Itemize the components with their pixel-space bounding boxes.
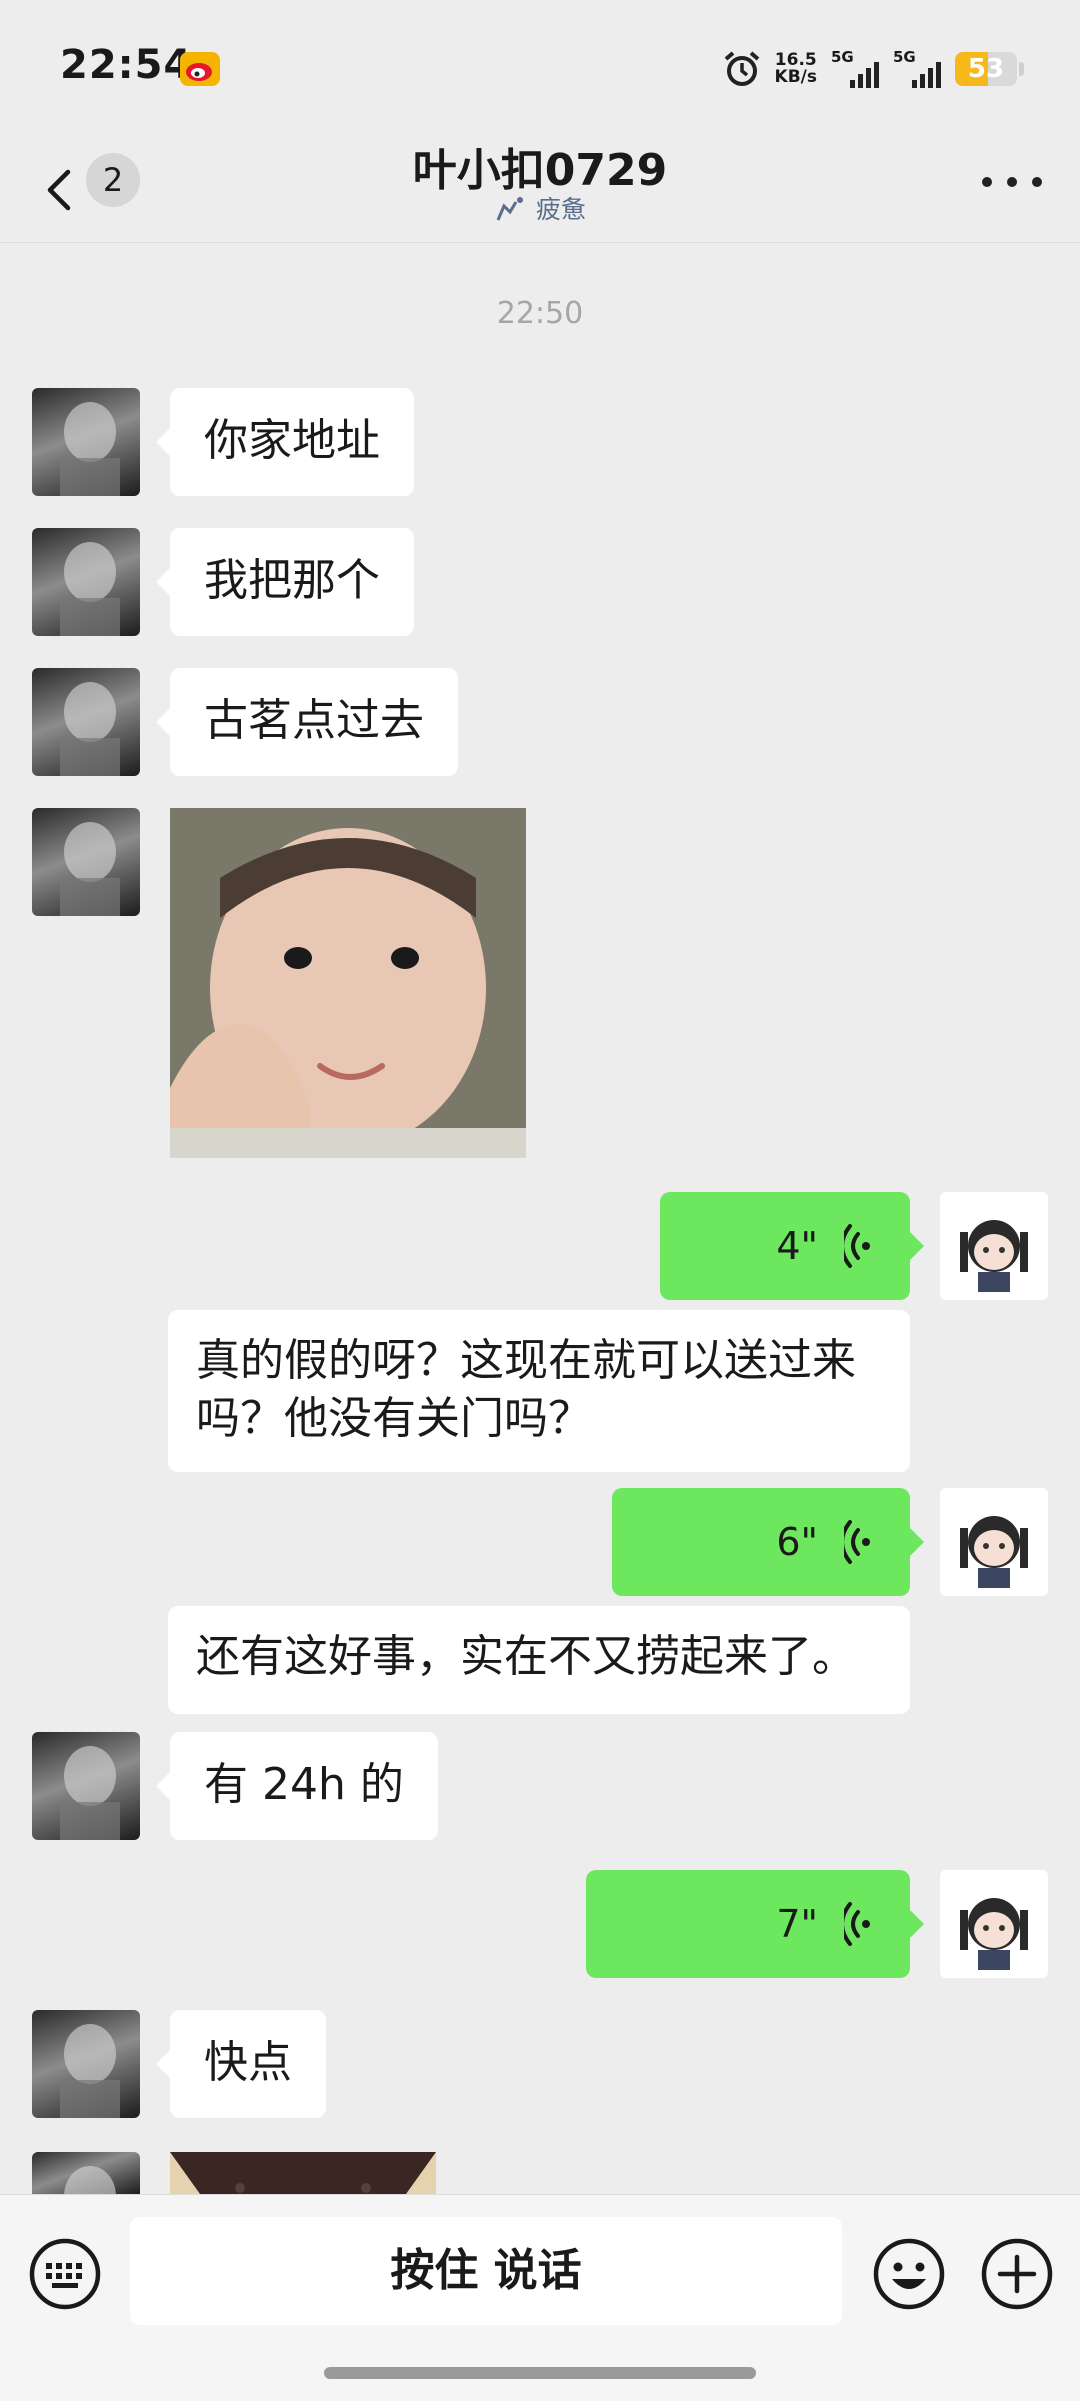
message-bubble[interactable]: 你家地址 <box>156 388 414 496</box>
keyboard-icon[interactable] <box>28 2237 102 2311</box>
input-bar: 按住 说话 <box>0 2194 1080 2401</box>
home-indicator[interactable] <box>324 2367 756 2379</box>
voice-wave-icon <box>844 1902 870 1946</box>
my-avatar[interactable] <box>940 1870 1048 1978</box>
battery-icon: 53 <box>955 52 1017 86</box>
network-speed: 16.5 KB/s <box>775 52 817 86</box>
weibo-icon <box>180 52 220 86</box>
battery-tip <box>1019 62 1024 76</box>
message-bubble[interactable]: 有 24h 的 <box>156 1732 438 1840</box>
hold-to-talk-button[interactable]: 按住 说话 <box>130 2217 842 2325</box>
contact-avatar[interactable] <box>32 1732 140 1840</box>
contact-status-text: 疲惫 <box>535 195 586 224</box>
signal-icon-sim1: 5G <box>831 48 879 90</box>
my-avatar[interactable] <box>940 1488 1048 1596</box>
voice-message-bubble[interactable]: 6" <box>612 1488 924 1596</box>
status-bar: 22:54 16.5 KB/s 5G 5G 53 <box>0 0 1080 140</box>
voice-transcript-bubble[interactable]: 还有这好事，实在不又捞起来了。 <box>168 1606 910 1714</box>
chat-title: 叶小扣0729 <box>412 145 668 196</box>
cat-sticker[interactable] <box>170 2152 436 2194</box>
voice-duration: 6" <box>776 1520 818 1564</box>
contact-avatar[interactable] <box>32 668 140 776</box>
emoji-icon[interactable] <box>872 2237 946 2311</box>
more-options-icon[interactable] <box>982 170 1042 194</box>
signal-icon-sim2: 5G <box>893 48 941 90</box>
plus-icon[interactable] <box>980 2237 1054 2311</box>
contact-avatar[interactable] <box>32 2010 140 2118</box>
contact-avatar[interactable] <box>32 808 140 916</box>
message-bubble[interactable]: 快点 <box>156 2010 326 2118</box>
message-bubble[interactable]: 我把那个 <box>156 528 414 636</box>
network-speed-unit: KB/s <box>774 67 817 87</box>
chat-header: 2 叶小扣0729 疲惫 <box>0 140 1080 243</box>
voice-transcript-bubble[interactable]: 真的假的呀？这现在就可以送过来吗？他没有关门吗？ <box>168 1310 910 1472</box>
voice-wave-icon <box>844 1224 870 1268</box>
contact-avatar[interactable] <box>32 388 140 496</box>
message-bubble[interactable]: 古茗点过去 <box>156 668 458 776</box>
contact-avatar[interactable] <box>32 2152 140 2194</box>
status-indicators: 16.5 KB/s 5G 5G 53 <box>723 44 1024 94</box>
voice-duration: 7" <box>776 1902 818 1946</box>
message-timestamp: 22:50 <box>496 296 584 331</box>
voice-message-bubble[interactable]: 7" <box>586 1870 924 1978</box>
tired-status-icon <box>496 197 523 221</box>
contact-status: 疲惫 <box>0 190 1080 226</box>
contact-avatar[interactable] <box>32 528 140 636</box>
battery-level: 53 <box>967 54 1005 84</box>
status-time: 22:54 <box>60 42 193 88</box>
voice-message-bubble[interactable]: 4" <box>660 1192 924 1300</box>
baby-face-sticker[interactable] <box>170 808 526 1158</box>
my-avatar[interactable] <box>940 1192 1048 1300</box>
voice-wave-icon <box>844 1520 870 1564</box>
voice-duration: 4" <box>776 1224 818 1268</box>
alarm-icon <box>724 51 759 86</box>
